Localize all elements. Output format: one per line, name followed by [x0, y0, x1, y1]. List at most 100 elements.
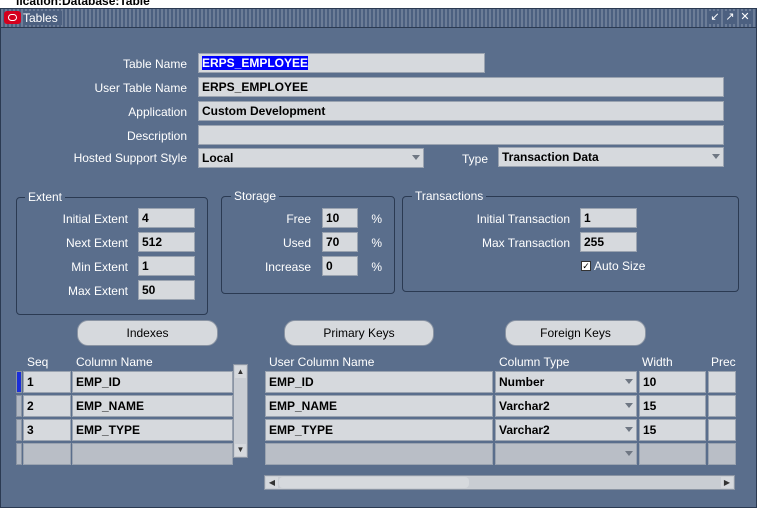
used-label: Used [282, 236, 311, 250]
cell-width-empty[interactable] [639, 443, 706, 465]
hosted-support-style-value: Local [202, 151, 234, 165]
free-field[interactable]: 10 [322, 208, 358, 228]
used-percent: % [371, 236, 382, 250]
table-name-value: ERPS_EMPLOYEE [202, 56, 309, 70]
user-table-name-field[interactable]: ERPS_EMPLOYEE [198, 77, 724, 97]
initial-transaction-field[interactable]: 1 [580, 208, 637, 228]
title-bar[interactable]: Tables ↙ ↗ ✕ [1, 9, 756, 28]
scroll-down-icon[interactable]: ▼ [235, 444, 246, 456]
next-extent-field[interactable]: 512 [138, 232, 195, 252]
cell-column-type[interactable]: Number [495, 371, 637, 393]
next-extent-label: Next Extent [65, 236, 128, 250]
scroll-left-icon[interactable]: ◀ [266, 477, 278, 488]
row-indicator-1[interactable] [16, 371, 22, 393]
scroll-up-icon[interactable]: ▲ [235, 366, 246, 378]
cell-precision[interactable] [708, 395, 736, 417]
used-field[interactable]: 70 [322, 232, 358, 252]
chevron-down-icon [625, 451, 633, 456]
type-value: Transaction Data [502, 150, 599, 164]
extent-group-title: Extent [25, 190, 66, 204]
increase-field[interactable]: 0 [322, 256, 358, 276]
table-name-field[interactable]: ERPS_EMPLOYEE [198, 53, 485, 73]
description-field[interactable] [198, 125, 724, 145]
initial-extent-label: Initial Extent [62, 212, 128, 226]
application-label: Application [128, 105, 187, 119]
cell-width[interactable]: 15 [639, 395, 706, 417]
cell-column-name-empty[interactable] [72, 443, 233, 465]
cell-seq-empty[interactable] [23, 443, 71, 465]
horizontal-scrollbar[interactable]: ◀ ▶ [264, 475, 735, 490]
cell-precision[interactable] [708, 371, 736, 393]
cell-column-type-empty[interactable] [495, 443, 637, 465]
cell-column-type-value: Varchar2 [499, 399, 550, 413]
header-seq: Seq [27, 355, 49, 369]
background-window-title: lication:Database:Table [16, 0, 150, 8]
storage-group-title: Storage [231, 189, 280, 203]
cell-column-type-value: Number [499, 375, 545, 389]
scroll-right-icon[interactable]: ▶ [721, 477, 733, 488]
auto-size-checkbox[interactable]: ✓ [581, 261, 591, 271]
cell-seq[interactable]: 3 [23, 419, 71, 441]
free-label: Free [286, 212, 311, 226]
increase-label: Increase [264, 260, 311, 274]
type-label: Type [461, 152, 488, 166]
cell-user-column-name-empty[interactable] [265, 443, 493, 465]
max-extent-field[interactable]: 50 [138, 280, 195, 300]
maximize-icon[interactable]: ↗ [724, 11, 736, 24]
cell-column-type-value: Varchar2 [499, 423, 550, 437]
background-window: lication:Database:Table [0, 0, 759, 8]
increase-percent: % [371, 260, 382, 274]
cell-width[interactable]: 15 [639, 419, 706, 441]
cell-column-name[interactable]: EMP_TYPE [72, 419, 233, 441]
application-field[interactable]: Custom Development [198, 101, 724, 121]
type-select[interactable]: Transaction Data [498, 147, 724, 167]
max-transaction-field[interactable]: 255 [580, 232, 637, 252]
cell-width[interactable]: 10 [639, 371, 706, 393]
minimize-icon[interactable]: ↙ [709, 11, 721, 24]
cell-seq[interactable]: 2 [23, 395, 71, 417]
chevron-down-icon [625, 379, 633, 384]
cell-user-column-name[interactable]: EMP_NAME [265, 395, 493, 417]
indexes-button[interactable]: Indexes [77, 320, 218, 346]
cell-column-name[interactable]: EMP_NAME [72, 395, 233, 417]
cell-user-column-name[interactable]: EMP_ID [265, 371, 493, 393]
user-table-name-label: User Table Name [94, 81, 187, 95]
cell-seq[interactable]: 1 [23, 371, 71, 393]
initial-transaction-label: Initial Transaction [476, 212, 570, 226]
description-label: Description [126, 129, 187, 143]
cell-precision-empty[interactable] [708, 443, 736, 465]
cell-column-type[interactable]: Varchar2 [495, 395, 637, 417]
table-name-label: Table Name [122, 57, 187, 71]
vertical-scrollbar[interactable]: ▲ ▼ [233, 364, 248, 458]
min-extent-label: Min Extent [71, 260, 128, 274]
horizontal-scroll-thumb[interactable] [279, 477, 469, 488]
foreign-keys-button[interactable]: Foreign Keys [505, 320, 646, 346]
hosted-support-style-select[interactable]: Local [198, 148, 424, 168]
primary-keys-button[interactable]: Primary Keys [284, 320, 434, 346]
oracle-icon [4, 11, 21, 24]
min-extent-field[interactable]: 1 [138, 256, 195, 276]
auto-size-label: Auto Size [594, 259, 646, 273]
max-extent-label: Max Extent [67, 284, 128, 298]
chevron-down-icon [625, 427, 633, 432]
chevron-down-icon [412, 155, 420, 160]
hosted-support-style-label: Hosted Support Style [73, 151, 187, 165]
row-indicator-3[interactable] [16, 419, 22, 441]
window-title: Tables [23, 11, 62, 25]
header-column-type: Column Type [499, 355, 570, 369]
cell-user-column-name[interactable]: EMP_TYPE [265, 419, 493, 441]
row-indicator-4[interactable] [16, 443, 22, 465]
cell-column-type[interactable]: Varchar2 [495, 419, 637, 441]
header-column-name: Column Name [76, 355, 153, 369]
header-precision: Prec [711, 355, 736, 369]
max-transaction-label: Max Transaction [481, 236, 570, 250]
cell-column-name[interactable]: EMP_ID [72, 371, 233, 393]
initial-extent-field[interactable]: 4 [138, 208, 195, 228]
transactions-group-title: Transactions [412, 189, 487, 203]
chevron-down-icon [625, 403, 633, 408]
row-indicator-2[interactable] [16, 395, 22, 417]
cell-precision[interactable] [708, 419, 736, 441]
close-icon[interactable]: ✕ [739, 11, 751, 24]
header-width: Width [642, 355, 673, 369]
free-percent: % [371, 212, 382, 226]
